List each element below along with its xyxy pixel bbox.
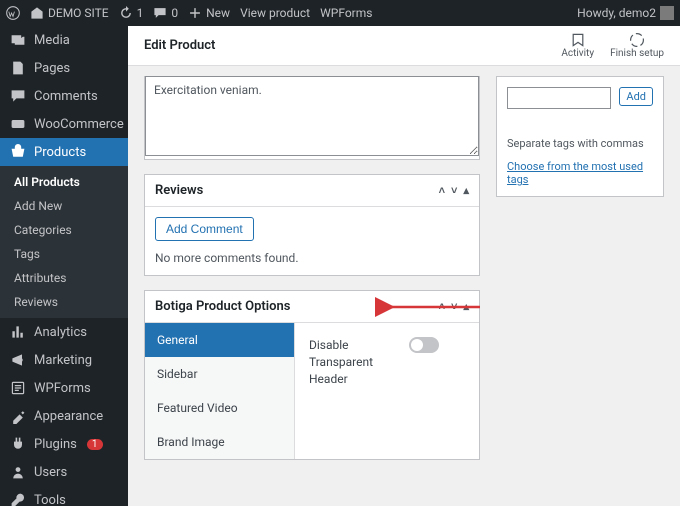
description-textarea[interactable] [145, 76, 479, 156]
finish-setup-button[interactable]: Finish setup [610, 32, 664, 59]
account-link[interactable]: Howdy, demo2 [577, 6, 674, 20]
view-product-link[interactable]: View product [240, 6, 310, 20]
disable-transparent-header-toggle[interactable] [409, 337, 439, 353]
submenu-categories[interactable]: Categories [0, 218, 128, 242]
updates-count: 1 [137, 6, 144, 20]
page-title: Edit Product [144, 38, 545, 53]
sidebar-item-appearance[interactable]: Appearance [0, 402, 128, 430]
sidebar-item-media[interactable]: Media [0, 26, 128, 54]
submenu-attributes[interactable]: Attributes [0, 266, 128, 290]
updates-link[interactable]: 1 [119, 6, 144, 20]
sidebar-item-pages[interactable]: Pages [0, 54, 128, 82]
tags-input[interactable] [507, 87, 611, 109]
reviews-panel: Reviews ˄ ˅ ▴ Add Comment No more commen… [144, 174, 480, 276]
annotation-arrow [385, 297, 485, 321]
botiga-options-panel: Botiga Product Options ˄ ˅ ▴ General Sid… [144, 290, 480, 460]
comments-count: 0 [171, 6, 178, 20]
bop-tab-sidebar[interactable]: Sidebar [145, 357, 294, 391]
avatar [660, 6, 674, 20]
sidebar-item-marketing[interactable]: Marketing [0, 346, 128, 374]
submenu-all-products[interactable]: All Products [0, 170, 128, 194]
products-submenu: All Products Add New Categories Tags Att… [0, 166, 128, 318]
site-link[interactable]: DEMO SITE [30, 6, 109, 20]
sidebar-item-wpforms[interactable]: WPForms [0, 374, 128, 402]
bop-tab-brand-image[interactable]: Brand Image [145, 425, 294, 459]
sidebar-item-users[interactable]: Users [0, 458, 128, 486]
site-name: DEMO SITE [48, 6, 109, 20]
description-panel [144, 76, 480, 160]
sidebar-item-woocommerce[interactable]: WooCommerce [0, 110, 128, 138]
new-link[interactable]: New [188, 6, 230, 20]
submenu-reviews[interactable]: Reviews [0, 290, 128, 314]
add-comment-button[interactable]: Add Comment [155, 217, 254, 241]
plugins-badge: 1 [87, 439, 103, 450]
sidebar-item-tools[interactable]: Tools [0, 486, 128, 506]
tags-panel: Add Separate tags with commas Choose fro… [496, 76, 664, 197]
activity-button[interactable]: Activity [561, 32, 594, 59]
submenu-add-new[interactable]: Add New [0, 194, 128, 218]
comments-link[interactable]: 0 [153, 6, 178, 20]
reviews-panel-header[interactable]: Reviews ˄ ˅ ▴ [145, 175, 479, 207]
wp-logo[interactable] [6, 6, 20, 20]
sidebar-item-products[interactable]: Products [0, 138, 128, 166]
wpforms-link[interactable]: WPForms [320, 6, 372, 20]
tags-most-used-link[interactable]: Choose from the most used tags [507, 160, 653, 186]
sidebar-item-plugins[interactable]: Plugins1 [0, 430, 128, 458]
panel-move-down-icon[interactable]: ˅ [451, 184, 457, 197]
reviews-empty-text: No more comments found. [155, 251, 469, 265]
bop-tab-general[interactable]: General [145, 323, 294, 357]
submenu-tags[interactable]: Tags [0, 242, 128, 266]
disable-transparent-header-label: Disable Transparent Header [309, 337, 389, 387]
sidebar-item-comments[interactable]: Comments [0, 82, 128, 110]
panel-toggle-icon[interactable]: ▴ [463, 184, 469, 197]
add-tag-button[interactable]: Add [619, 87, 653, 106]
bop-tab-featured-video[interactable]: Featured Video [145, 391, 294, 425]
sidebar-item-analytics[interactable]: Analytics [0, 318, 128, 346]
panel-move-up-icon[interactable]: ˄ [439, 184, 445, 197]
tags-note: Separate tags with commas [507, 137, 653, 150]
